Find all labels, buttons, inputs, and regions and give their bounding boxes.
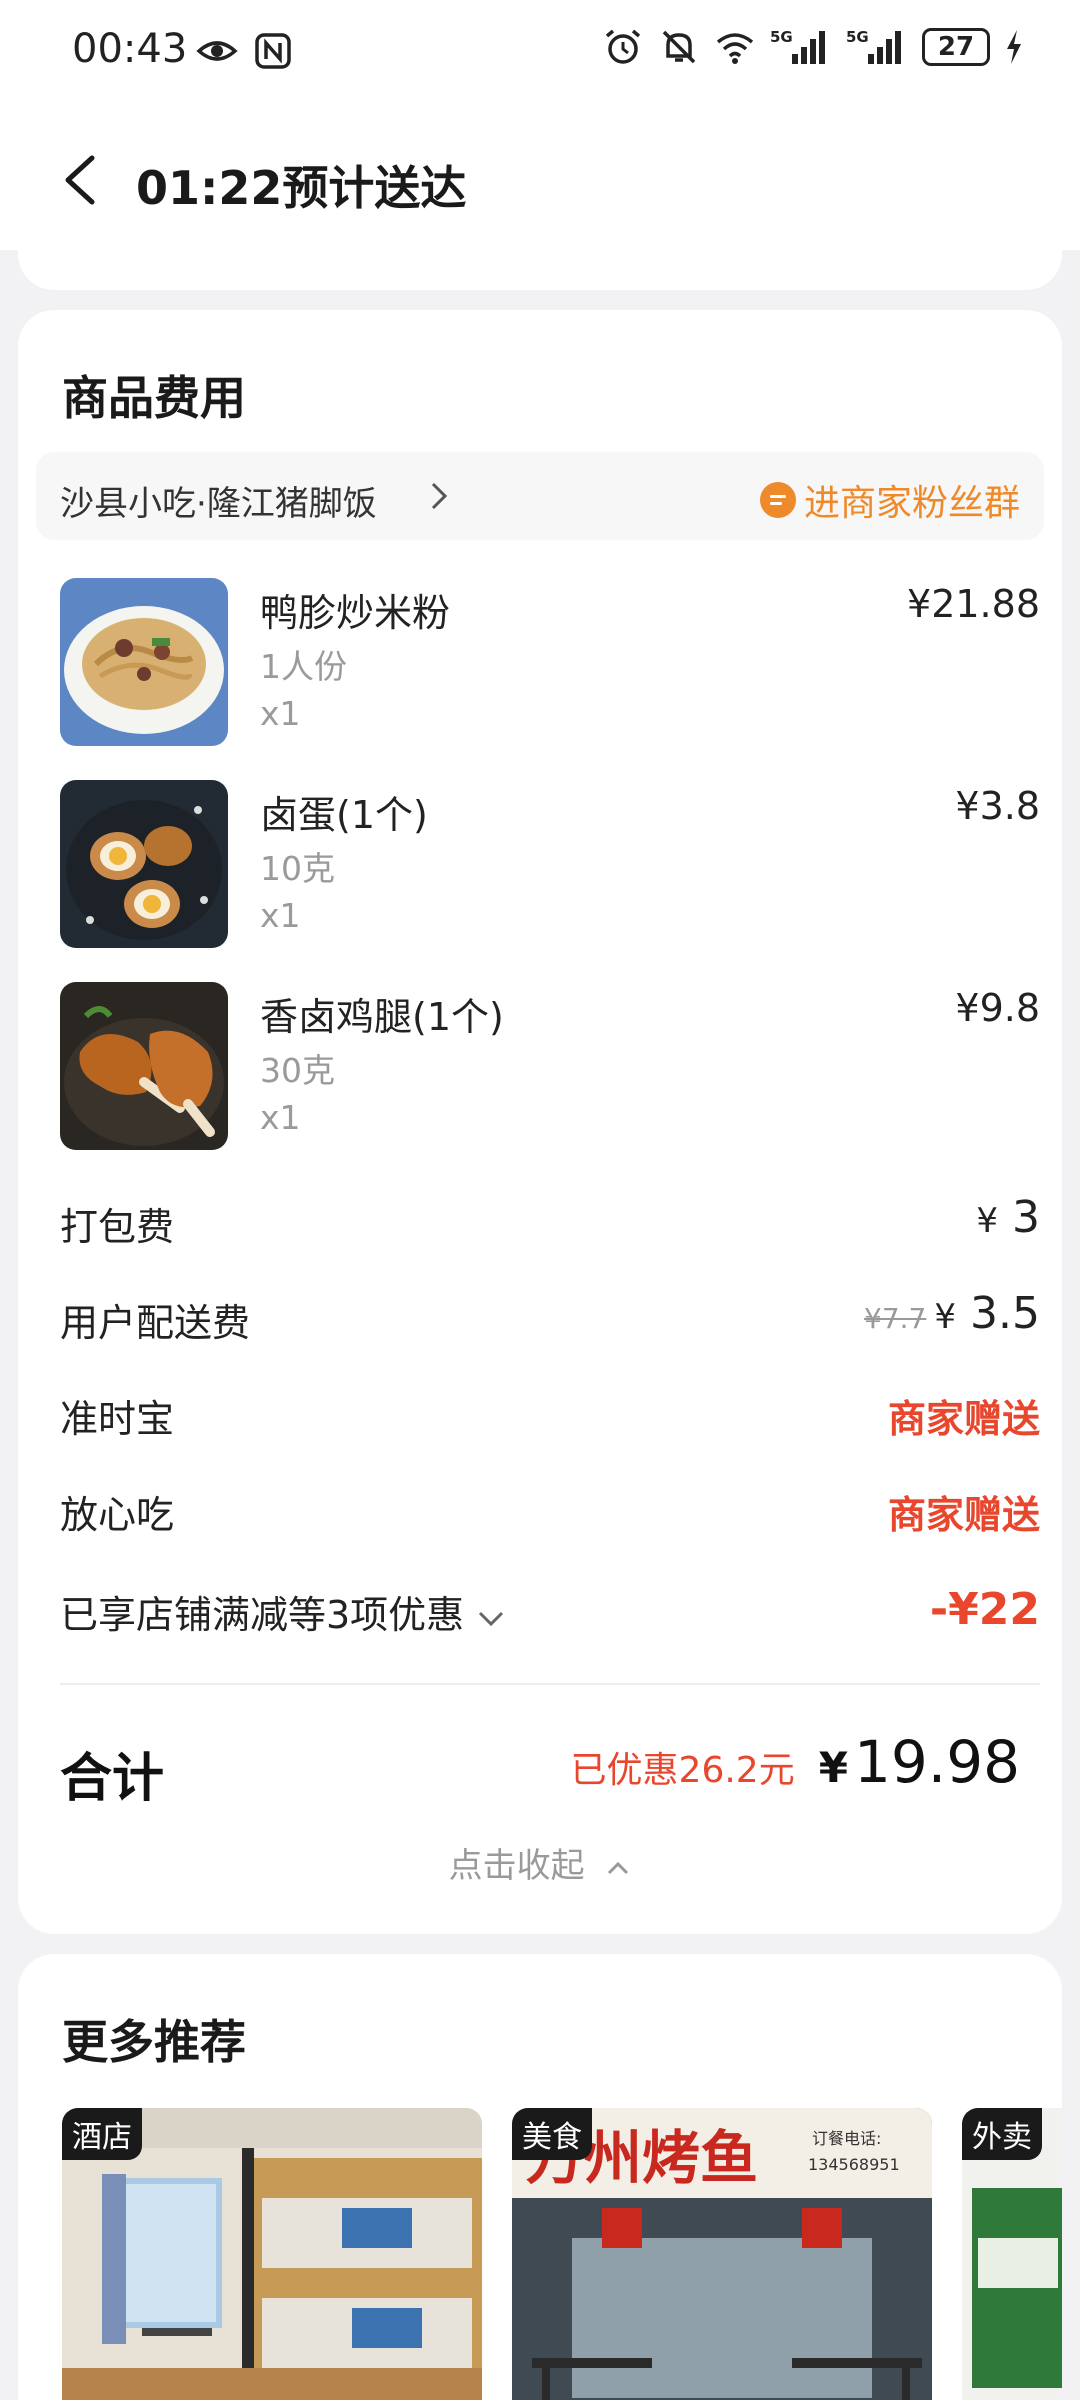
recommend-item[interactable]: 万州烤鱼 订餐电话: 134568951 美食	[512, 2108, 932, 2400]
item-name: 鸭胗炒米粉	[260, 591, 451, 635]
chevron-down-icon	[479, 1611, 504, 1626]
charging-icon	[1007, 30, 1021, 64]
item-price: ¥9.8	[955, 986, 1040, 1030]
item-quantity: x1	[260, 694, 301, 733]
total-summary: 已优惠26.2元 ¥19.98	[571, 1728, 1020, 1796]
divider	[60, 1683, 1040, 1685]
fee-label: 准时宝	[60, 1397, 175, 1441]
store-row: 沙县小吃·隆江猪脚饭 进商家粉丝群	[36, 452, 1044, 540]
store-name-link[interactable]: 沙县小吃·隆江猪脚饭	[60, 476, 377, 525]
back-icon[interactable]	[56, 152, 106, 208]
previous-card-bottom	[18, 250, 1062, 290]
category-tag: 酒店	[62, 2108, 142, 2160]
food-image	[60, 982, 228, 1150]
signal-5g-icon: 5G	[770, 28, 825, 64]
item-price: ¥3.8	[955, 784, 1040, 828]
fee-label: 打包费	[60, 1205, 175, 1249]
svg-text:订餐电话:: 订餐电话:	[812, 2129, 881, 2148]
section-title: 更多推荐	[62, 2015, 246, 2069]
total-amount: ¥19.98	[818, 1728, 1020, 1796]
fee-label: 用户配送费	[60, 1301, 251, 1345]
fan-group-button[interactable]: 进商家粉丝群	[759, 474, 1020, 526]
category-tag: 美食	[512, 2108, 592, 2160]
fee-value: ¥ 3	[976, 1192, 1040, 1243]
page-title: 01:22预计送达	[136, 161, 467, 215]
order-item[interactable]: 卤蛋(1个) 10克 x1 ¥3.8	[60, 780, 1040, 950]
status-bar: 00:43 5G 5G 27	[0, 0, 1080, 100]
packing-fee-row: 打包费 ¥ 3	[60, 1192, 1040, 1252]
recommend-card: 更多推荐 酒店 万州烤鱼 订餐电话: 134568951 美食 外卖	[18, 1954, 1062, 2400]
item-spec: 1人份	[260, 647, 347, 686]
item-quantity: x1	[260, 1098, 301, 1137]
order-item[interactable]: 香卤鸡腿(1个) 30克 x1 ¥9.8	[60, 982, 1040, 1152]
battery-indicator: 27	[922, 28, 990, 66]
food-image	[60, 578, 228, 746]
item-spec: 30克	[260, 1051, 335, 1090]
nfc-icon	[255, 33, 291, 69]
fee-label: 放心吃	[60, 1493, 175, 1537]
item-price: ¥21.88	[907, 582, 1040, 626]
chevron-right-icon	[431, 482, 448, 510]
item-name: 香卤鸡腿(1个)	[260, 995, 504, 1039]
recommend-item[interactable]: 外卖	[962, 2108, 1062, 2400]
alarm-icon	[605, 29, 641, 64]
food-safety-row: 放心吃 商家赠送	[60, 1480, 1040, 1540]
fee-value: -¥22	[929, 1584, 1040, 1635]
order-item[interactable]: 鸭胗炒米粉 1人份 x1 ¥21.88	[60, 578, 1040, 748]
chevron-up-icon	[608, 1861, 629, 1874]
fee-label: 已享店铺满减等3项优惠	[60, 1584, 506, 1639]
total-label: 合计	[60, 1749, 165, 1809]
bell-off-icon	[662, 30, 696, 64]
wifi-icon	[716, 33, 754, 64]
signal-5g-icon: 5G	[846, 28, 901, 64]
discount-row[interactable]: 已享店铺满减等3项优惠 -¥22	[60, 1580, 1040, 1640]
fee-value: 商家赠送	[887, 1493, 1040, 1537]
collapse-button[interactable]: 点击收起	[18, 1838, 1062, 1887]
chat-icon	[759, 482, 796, 518]
item-name: 卤蛋(1个)	[260, 793, 428, 837]
food-image	[60, 780, 228, 948]
fan-group-label: 进商家粉丝群	[803, 483, 1020, 524]
svg-text:5G: 5G	[770, 28, 793, 46]
svg-text:134568951: 134568951	[808, 2155, 900, 2174]
item-spec: 10克	[260, 849, 335, 888]
eye-icon	[196, 41, 238, 61]
section-title: 商品费用	[62, 371, 246, 425]
fee-value: ¥7.7 ¥ 3.5	[864, 1288, 1040, 1339]
saved-amount: 已优惠26.2元	[570, 1750, 795, 1791]
original-fee: ¥7.7	[864, 1302, 927, 1335]
order-cost-card: 商品费用 沙县小吃·隆江猪脚饭 进商家粉丝群 鸭胗炒米粉 1人份 x1 ¥21.…	[18, 310, 1062, 1934]
item-quantity: x1	[260, 896, 301, 935]
category-tag: 外卖	[962, 2108, 1042, 2160]
fee-value: 商家赠送	[887, 1397, 1040, 1441]
delivery-fee-row: 用户配送费 ¥7.7 ¥ 3.5	[60, 1288, 1040, 1348]
svg-text:5G: 5G	[846, 28, 869, 46]
recommend-item[interactable]: 酒店	[62, 2108, 482, 2400]
ontime-guarantee-row: 准时宝 商家赠送	[60, 1384, 1040, 1444]
nav-bar: 01:22预计送达	[0, 100, 1080, 250]
status-time: 00:43	[72, 26, 188, 72]
